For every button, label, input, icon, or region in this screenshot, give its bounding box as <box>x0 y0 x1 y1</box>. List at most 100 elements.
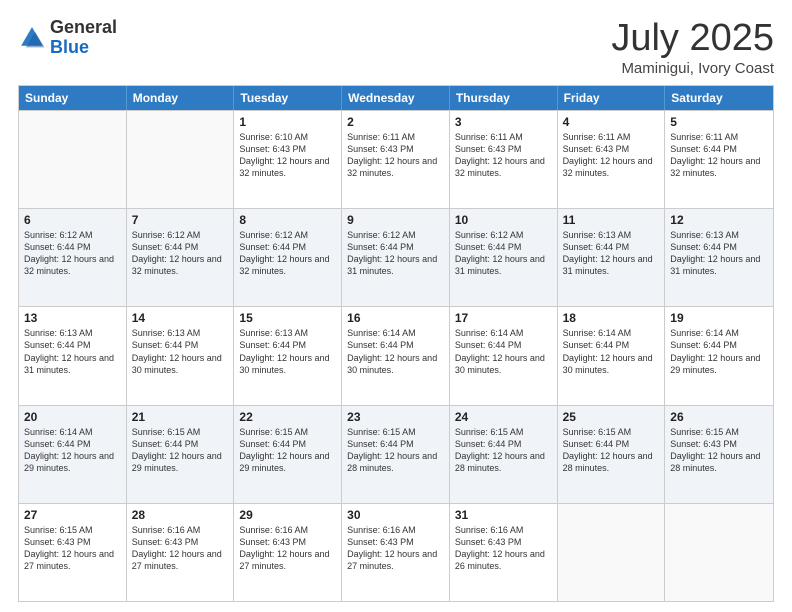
day-number: 22 <box>239 410 336 424</box>
cal-cell: 14Sunrise: 6:13 AM Sunset: 6:44 PM Dayli… <box>127 307 235 404</box>
cell-info: Sunrise: 6:11 AM Sunset: 6:43 PM Dayligh… <box>455 131 552 180</box>
day-number: 7 <box>132 213 229 227</box>
cal-cell: 21 Sunrise: 6:15 AM Sunset: 6:44 PM Dayli… <box>127 406 235 503</box>
day-number: 8 <box>239 213 336 227</box>
cell-info: Sunrise: 6:15 AM Sunset: 6:43 PM Dayligh… <box>24 524 121 573</box>
cell-info: Sunrise: 6:14 AM Sunset: 6:44 PM Dayligh… <box>670 327 768 376</box>
cal-cell: 16 Sunrise: 6:14 AM Sunset: 6:44 PM Dayli… <box>342 307 450 404</box>
header: General Blue July 2025 Maminigui, Ivory … <box>18 18 774 77</box>
day-number: 30 <box>347 508 444 522</box>
cal-cell: 22 Sunrise: 6:15 AM Sunset: 6:44 PM Dayli… <box>234 406 342 503</box>
cal-row-1: 6 Sunrise: 6:12 AM Sunset: 6:44 PM Daylig… <box>19 208 773 306</box>
cell-info: Sunrise: 6:12 AM Sunset: 6:44 PM Dayligh… <box>239 229 336 278</box>
day-header-friday: Friday <box>558 86 666 110</box>
cell-info: Sunrise: 6:12 AM Sunset: 6:44 PM Dayligh… <box>455 229 552 278</box>
day-number: 15 <box>239 311 336 325</box>
logo: General Blue <box>18 18 117 58</box>
cal-cell: 10 Sunrise: 6:12 AM Sunset: 6:44 PM Dayli… <box>450 209 558 306</box>
cal-cell: 26 Sunrise: 6:15 AM Sunset: 6:43 PM Dayli… <box>665 406 773 503</box>
cal-cell: 9 Sunrise: 6:12 AM Sunset: 6:44 PM Daylig… <box>342 209 450 306</box>
cell-info: Sunrise: 6:11 AM Sunset: 6:44 PM Dayligh… <box>670 131 768 180</box>
cal-cell: 24Sunrise: 6:15 AM Sunset: 6:44 PM Dayli… <box>450 406 558 503</box>
day-number: 27 <box>24 508 121 522</box>
day-number: 25 <box>563 410 660 424</box>
cal-cell: 15 Sunrise: 6:13 AM Sunset: 6:44 PM Dayli… <box>234 307 342 404</box>
cell-info: Sunrise: 6:13 AM Sunset: 6:44 PM Dayligh… <box>670 229 768 278</box>
cal-cell: 11 Sunrise: 6:13 AM Sunset: 6:44 PM Dayli… <box>558 209 666 306</box>
cell-info: Sunrise: 6:16 AM Sunset: 6:43 PM Dayligh… <box>455 524 552 573</box>
day-number: 17 <box>455 311 552 325</box>
cal-cell: 4Sunrise: 6:11 AM Sunset: 6:43 PM Daylig… <box>558 111 666 208</box>
cal-cell: 30 Sunrise: 6:16 AM Sunset: 6:43 PM Dayli… <box>342 504 450 601</box>
day-number: 21 <box>132 410 229 424</box>
day-number: 26 <box>670 410 768 424</box>
cell-info: Sunrise: 6:10 AM Sunset: 6:43 PM Dayligh… <box>239 131 336 180</box>
calendar-body: 1 Sunrise: 6:10 AM Sunset: 6:43 PM Daylig… <box>19 110 773 601</box>
day-number: 31 <box>455 508 552 522</box>
cal-row-2: 13Sunrise: 6:13 AM Sunset: 6:44 PM Dayli… <box>19 306 773 404</box>
cal-cell: 19Sunrise: 6:14 AM Sunset: 6:44 PM Dayli… <box>665 307 773 404</box>
day-number: 11 <box>563 213 660 227</box>
cal-cell: 31 Sunrise: 6:16 AM Sunset: 6:43 PM Dayli… <box>450 504 558 601</box>
day-number: 2 <box>347 115 444 129</box>
cal-cell: 2 Sunrise: 6:11 AM Sunset: 6:43 PM Daylig… <box>342 111 450 208</box>
cal-row-3: 20Sunrise: 6:14 AM Sunset: 6:44 PM Dayli… <box>19 405 773 503</box>
calendar: SundayMondayTuesdayWednesdayThursdayFrid… <box>18 85 774 602</box>
cal-cell <box>558 504 666 601</box>
day-number: 24 <box>455 410 552 424</box>
day-number: 1 <box>239 115 336 129</box>
day-number: 4 <box>563 115 660 129</box>
cell-info: Sunrise: 6:16 AM Sunset: 6:43 PM Dayligh… <box>347 524 444 573</box>
cal-cell: 18 Sunrise: 6:14 AM Sunset: 6:44 PM Dayli… <box>558 307 666 404</box>
cal-cell: 7Sunrise: 6:12 AM Sunset: 6:44 PM Daylig… <box>127 209 235 306</box>
day-number: 23 <box>347 410 444 424</box>
day-number: 5 <box>670 115 768 129</box>
cell-info: Sunrise: 6:11 AM Sunset: 6:43 PM Dayligh… <box>347 131 444 180</box>
logo-icon <box>18 24 46 52</box>
cell-info: Sunrise: 6:15 AM Sunset: 6:44 PM Dayligh… <box>563 426 660 475</box>
cell-info: Sunrise: 6:16 AM Sunset: 6:43 PM Dayligh… <box>239 524 336 573</box>
logo-blue-text: Blue <box>50 37 89 57</box>
cell-info: Sunrise: 6:13 AM Sunset: 6:44 PM Dayligh… <box>24 327 121 376</box>
cal-cell: 29 Sunrise: 6:16 AM Sunset: 6:43 PM Dayli… <box>234 504 342 601</box>
day-number: 18 <box>563 311 660 325</box>
calendar-header: SundayMondayTuesdayWednesdayThursdayFrid… <box>19 86 773 110</box>
cal-cell: 1 Sunrise: 6:10 AM Sunset: 6:43 PM Daylig… <box>234 111 342 208</box>
location-subtitle: Maminigui, Ivory Coast <box>611 60 774 77</box>
cell-info: Sunrise: 6:13 AM Sunset: 6:44 PM Dayligh… <box>239 327 336 376</box>
cal-cell: 28Sunrise: 6:16 AM Sunset: 6:43 PM Dayli… <box>127 504 235 601</box>
day-number: 3 <box>455 115 552 129</box>
day-number: 10 <box>455 213 552 227</box>
cal-cell <box>19 111 127 208</box>
logo-general-text: General <box>50 17 117 37</box>
month-title: July 2025 <box>611 18 774 60</box>
cal-cell: 27 Sunrise: 6:15 AM Sunset: 6:43 PM Dayli… <box>19 504 127 601</box>
day-number: 29 <box>239 508 336 522</box>
cell-info: Sunrise: 6:14 AM Sunset: 6:44 PM Dayligh… <box>347 327 444 376</box>
day-number: 16 <box>347 311 444 325</box>
day-header-sunday: Sunday <box>19 86 127 110</box>
cal-cell: 8 Sunrise: 6:12 AM Sunset: 6:44 PM Daylig… <box>234 209 342 306</box>
cal-row-0: 1 Sunrise: 6:10 AM Sunset: 6:43 PM Daylig… <box>19 110 773 208</box>
day-number: 6 <box>24 213 121 227</box>
cell-info: Sunrise: 6:15 AM Sunset: 6:44 PM Dayligh… <box>347 426 444 475</box>
day-header-monday: Monday <box>127 86 235 110</box>
cell-info: Sunrise: 6:16 AM Sunset: 6:43 PM Dayligh… <box>132 524 229 573</box>
day-header-saturday: Saturday <box>665 86 773 110</box>
cal-cell: 23 Sunrise: 6:15 AM Sunset: 6:44 PM Dayli… <box>342 406 450 503</box>
cell-info: Sunrise: 6:12 AM Sunset: 6:44 PM Dayligh… <box>347 229 444 278</box>
cell-info: Sunrise: 6:15 AM Sunset: 6:44 PM Dayligh… <box>132 426 229 475</box>
cal-row-4: 27 Sunrise: 6:15 AM Sunset: 6:43 PM Dayli… <box>19 503 773 601</box>
day-number: 14 <box>132 311 229 325</box>
cell-info: Sunrise: 6:14 AM Sunset: 6:44 PM Dayligh… <box>563 327 660 376</box>
cal-cell: 25 Sunrise: 6:15 AM Sunset: 6:44 PM Dayli… <box>558 406 666 503</box>
cell-info: Sunrise: 6:15 AM Sunset: 6:44 PM Dayligh… <box>239 426 336 475</box>
cell-info: Sunrise: 6:12 AM Sunset: 6:44 PM Dayligh… <box>24 229 121 278</box>
title-block: July 2025 Maminigui, Ivory Coast <box>611 18 774 77</box>
cell-info: Sunrise: 6:14 AM Sunset: 6:44 PM Dayligh… <box>455 327 552 376</box>
cell-info: Sunrise: 6:15 AM Sunset: 6:43 PM Dayligh… <box>670 426 768 475</box>
day-number: 9 <box>347 213 444 227</box>
cell-info: Sunrise: 6:13 AM Sunset: 6:44 PM Dayligh… <box>563 229 660 278</box>
cal-cell <box>665 504 773 601</box>
cal-cell: 3 Sunrise: 6:11 AM Sunset: 6:43 PM Daylig… <box>450 111 558 208</box>
